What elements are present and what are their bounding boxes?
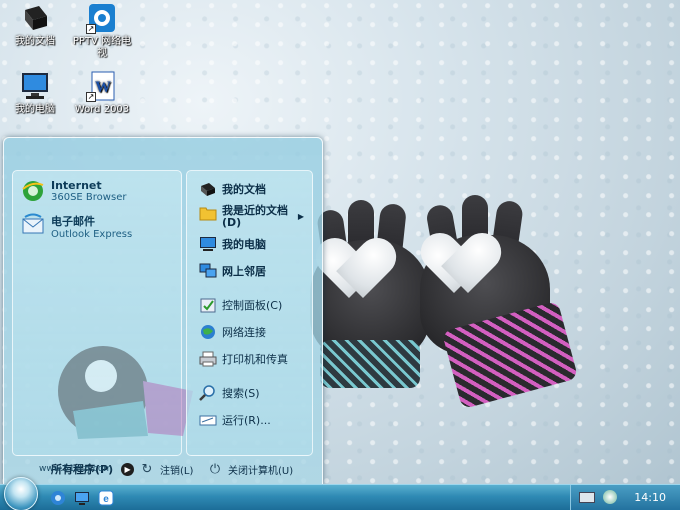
start-menu-left-panel: Internet 360SE Browser 电子邮件 Outlook Expr…: [12, 170, 193, 476]
menu-item-my-documents[interactable]: 我的文档: [199, 181, 266, 197]
start-menu: Internet 360SE Browser 电子邮件 Outlook Expr…: [3, 137, 323, 485]
computer-icon: [19, 70, 51, 102]
menu-item-recent-documents[interactable]: 我是近的文档(D): [199, 205, 299, 229]
desktop-icon-my-computer[interactable]: 我的电脑: [3, 70, 67, 116]
logoff-button[interactable]: ↻ 注销(L): [140, 461, 194, 477]
word-icon: W ↗: [86, 70, 118, 102]
network-connections-icon: [199, 324, 217, 340]
volume-icon[interactable]: [603, 490, 617, 504]
run-icon: [199, 412, 217, 428]
clock[interactable]: 14:10: [634, 491, 666, 504]
recent-documents-icon: [199, 205, 217, 221]
pptv-icon: ↗: [86, 2, 118, 34]
menu-item-network-connections[interactable]: 网络连接: [199, 324, 266, 340]
ie-browser-icon: [21, 179, 45, 203]
menu-item-my-computer[interactable]: 我的电脑: [199, 236, 266, 252]
quicklaunch-ie-icon[interactable]: [50, 490, 66, 506]
my-computer-icon: [199, 236, 217, 252]
desktop-icon-word[interactable]: W ↗ Word 2003: [70, 70, 134, 116]
documents-folder-icon: [19, 2, 51, 34]
search-icon: [199, 385, 217, 401]
shortcut-arrow-icon: ↗: [86, 92, 96, 102]
taskbar: e 14:10: [0, 477, 680, 510]
start-menu-right-panel: 我的文档 我是近的文档(D) ▶ 我的电脑 网上邻居 控制面板(C) 网络连接 …: [186, 170, 313, 456]
logoff-icon: ↻: [141, 461, 153, 477]
start-button[interactable]: [4, 477, 38, 510]
menu-item-run[interactable]: 运行(R)...: [199, 412, 271, 428]
keyboard-icon[interactable]: [579, 492, 595, 503]
submenu-arrow-icon: ▶: [297, 212, 304, 221]
shutdown-button[interactable]: ⏻ 关闭计算机(U): [208, 462, 293, 477]
quicklaunch-desktop-icon[interactable]: [74, 490, 90, 506]
right-glove-decoration: [410, 195, 580, 415]
menu-item-network-places[interactable]: 网上邻居: [199, 263, 266, 279]
power-icon: ⏻: [209, 461, 221, 477]
desktop-icon-pptv[interactable]: ↗ PPTV 网络电视: [70, 2, 134, 60]
outlook-express-icon: [21, 213, 45, 237]
svg-text:e: e: [103, 494, 109, 505]
pinned-email[interactable]: 电子邮件 Outlook Express: [21, 213, 132, 240]
arrow-right-icon: ▶: [121, 462, 135, 476]
network-places-icon: [199, 263, 217, 279]
website-label: www.51ztzj.com: [39, 464, 113, 474]
system-tray: 14:10: [570, 485, 680, 510]
desktop-icon-my-documents[interactable]: 我的文档: [3, 2, 67, 48]
printer-fax-icon: [199, 351, 217, 367]
my-documents-icon: [199, 181, 217, 197]
shortcut-arrow-icon: ↗: [86, 24, 96, 34]
menu-item-control-panel[interactable]: 控制面板(C): [199, 297, 282, 313]
pinned-internet[interactable]: Internet 360SE Browser: [21, 179, 126, 203]
svg-text:W: W: [95, 79, 111, 96]
menu-item-search[interactable]: 搜索(S): [199, 385, 260, 401]
menu-glove-watermark: [53, 321, 203, 441]
quicklaunch-browser-icon[interactable]: e: [98, 490, 114, 506]
menu-item-printers-fax[interactable]: 打印机和传真: [199, 351, 288, 367]
control-panel-icon: [199, 297, 217, 313]
